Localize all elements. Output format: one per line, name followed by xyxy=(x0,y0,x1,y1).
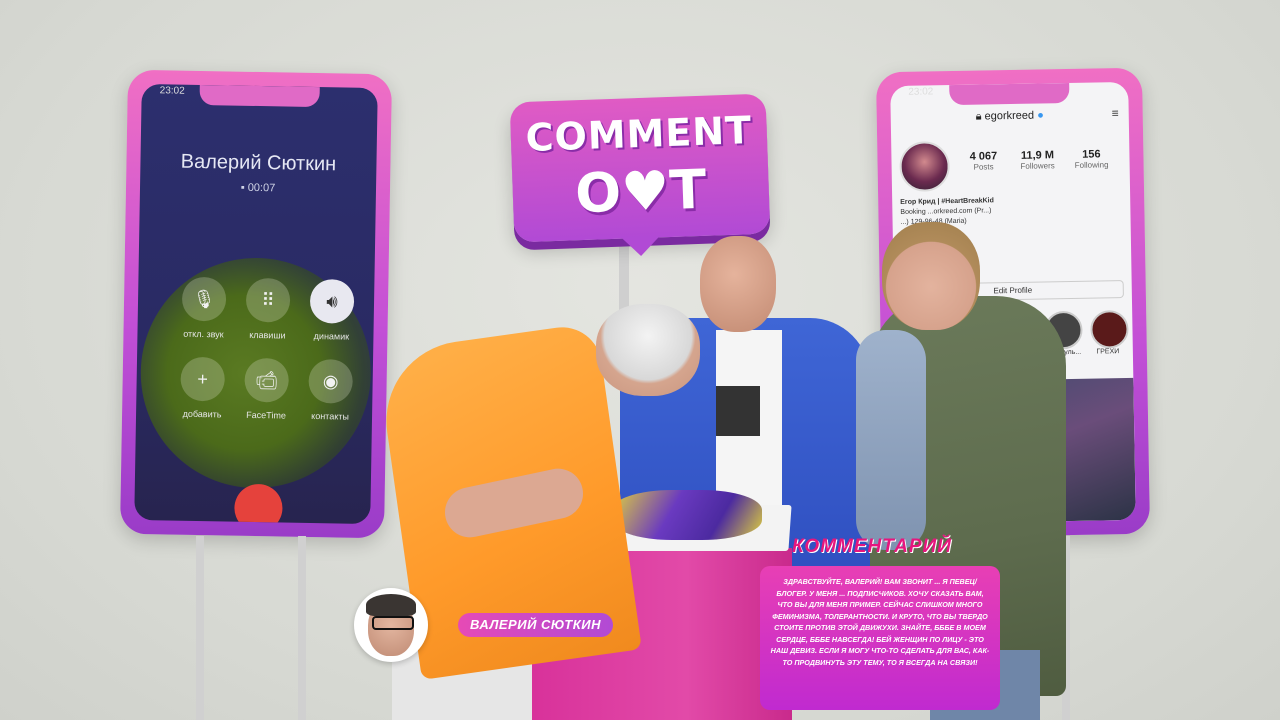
comment-text-box: ЗДРАВСТВУЙТЕ, ВАЛЕРИЙ! ВАМ ЗВОНИТ ... Я … xyxy=(760,566,1000,710)
plus-icon: + xyxy=(197,368,209,389)
menu-icon[interactable]: ≡ xyxy=(1112,106,1119,120)
profile-handle: 🔒︎ egorkreed ● xyxy=(975,109,1044,123)
call-timer-value: 00:07 xyxy=(247,181,276,195)
logo-text-out: O♥T xyxy=(574,157,708,226)
stat-label: Followers xyxy=(1020,161,1055,171)
status-time: 23:02 xyxy=(908,86,934,98)
call-timer: ▪ 00:07 xyxy=(240,181,276,195)
handle-text: egorkreed xyxy=(984,109,1035,123)
speaker-label: динамик xyxy=(313,331,350,342)
stat-label: Following xyxy=(1074,160,1109,170)
verified-icon: ● xyxy=(1037,109,1044,122)
stat-value: 156 xyxy=(1082,148,1101,161)
stat-followers: 11,9 M Followers xyxy=(1007,149,1067,171)
phone-prop-call-screen: 23:02 Валерий Сюткин ▪ 00:07 🎙︎ откл. зв… xyxy=(119,69,393,539)
guest-name-badge: ВАЛЕРИЙ СЮТКИН xyxy=(458,613,613,637)
highlight-label: ГРЕХИ xyxy=(1096,348,1120,356)
mic-off-icon: 🎙︎ xyxy=(192,288,216,309)
right-man-head xyxy=(882,222,980,330)
end-call-button[interactable] xyxy=(234,483,283,525)
guest-avatar xyxy=(354,588,428,662)
host-shirt-print xyxy=(716,386,760,436)
keypad-icon: ⠿ xyxy=(261,289,275,310)
phone-notch xyxy=(199,84,320,108)
host-head xyxy=(700,236,776,332)
caller-name: Валерий Сюткин xyxy=(180,150,337,176)
avatar-glasses xyxy=(372,616,414,630)
contacts-icon: ◉ xyxy=(322,370,339,391)
stat-value: 11,9 M xyxy=(1020,149,1055,162)
phone-stand-left-a xyxy=(196,536,204,720)
highlight-circle[interactable] xyxy=(1090,309,1129,349)
comment-title: КОММЕНТАРИЙ xyxy=(792,536,952,557)
phone-stand-left-b xyxy=(298,536,306,720)
stat-label: Posts xyxy=(973,162,994,172)
right-man-denim-sleeve xyxy=(856,330,926,550)
stat-posts: 4 067 Posts xyxy=(953,150,1013,172)
profile-avatar[interactable] xyxy=(899,141,951,192)
contacts-label: контакты xyxy=(311,410,349,422)
phone-notch xyxy=(949,82,1070,106)
stat-value: 4 067 xyxy=(969,150,998,163)
left-man-head xyxy=(596,304,700,396)
avatar-hair xyxy=(366,594,416,616)
logo-text-comment: COMMENT xyxy=(524,108,753,160)
comment-text: ЗДРАВСТВУЙТЕ, ВАЛЕРИЙ! ВАМ ЗВОНИТ ... Я … xyxy=(770,577,990,667)
purple-yellow-cloth xyxy=(612,490,762,540)
comment-out-logo: COMMENT O♥T xyxy=(509,93,771,257)
call-screen: 23:02 Валерий Сюткин ▪ 00:07 🎙︎ откл. зв… xyxy=(134,83,378,525)
logo-speech-pointer xyxy=(620,235,662,257)
stat-following: 156 Following xyxy=(1061,148,1121,170)
speaker-icon: 🔊︎ xyxy=(326,290,338,311)
facetime-icon: 📹︎ xyxy=(255,369,279,390)
status-time: 23:02 xyxy=(159,85,185,97)
